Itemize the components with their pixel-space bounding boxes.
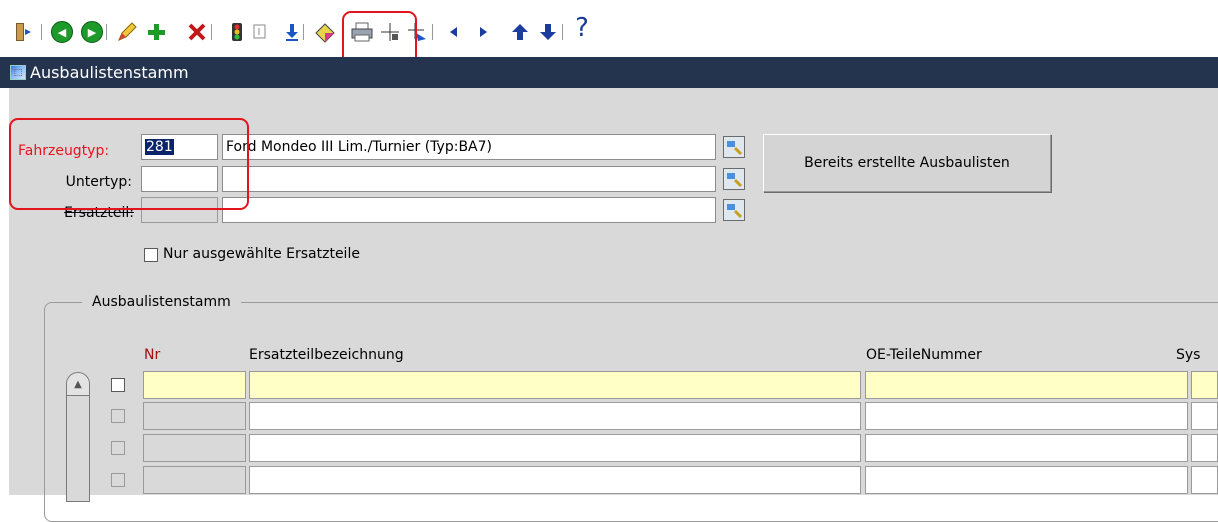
group-title: Ausbaulistenstamm — [82, 294, 241, 310]
ersatzteil-lov-icon[interactable] — [723, 199, 745, 221]
bereits-erstellte-ausbaulisten-button[interactable]: Bereits erstellte Ausbaulisten — [763, 134, 1051, 192]
row-select-checkbox[interactable] — [111, 441, 125, 455]
cell-nr[interactable] — [143, 434, 246, 462]
cell-nr[interactable] — [143, 371, 246, 399]
untertyp-lov-icon[interactable] — [723, 168, 745, 190]
fahrzeugtyp-description-field[interactable]: Ford Mondeo III Lim./Turnier (Typ:BA7) — [222, 134, 716, 160]
traffic-light-icon[interactable] — [225, 20, 249, 44]
help-question-icon[interactable]: ? — [570, 15, 594, 41]
prev-green-circle-icon[interactable]: ◀ — [50, 20, 74, 44]
record-box-icon[interactable] — [248, 20, 272, 44]
form-app-icon: ⬚ — [10, 65, 26, 80]
cell-bezeichnung[interactable] — [249, 371, 861, 399]
crosshair-icon[interactable] — [378, 20, 402, 44]
arrow-down-save-icon[interactable] — [280, 20, 304, 44]
cell-nr[interactable] — [143, 466, 246, 494]
arrow-down-icon[interactable] — [536, 20, 560, 44]
cell-sys[interactable] — [1191, 402, 1218, 430]
cell-bezeichnung[interactable] — [249, 434, 861, 462]
column-header-oe-teilenummer: OE-TeileNummer — [866, 347, 982, 363]
cell-oe-teilenummer[interactable] — [865, 402, 1188, 430]
cell-nr[interactable] — [143, 402, 246, 430]
nur-ausgewaehlte-label: Nur ausgewählte Ersatzteile — [163, 246, 360, 262]
cell-bezeichnung[interactable] — [249, 402, 861, 430]
triangle-right-icon[interactable] — [471, 20, 495, 44]
column-header-ersatzteilbezeichnung: Ersatzteilbezeichnung — [249, 347, 404, 363]
row-select-checkbox[interactable] — [111, 473, 125, 487]
scroll-up-arrow-icon[interactable]: ▲ — [67, 373, 89, 396]
untertyp-code-field[interactable] — [141, 166, 218, 192]
nur-ausgewaehlte-checkbox[interactable] — [144, 248, 158, 262]
fahrzeugtyp-label: Fahrzeugtyp: — [18, 143, 110, 159]
ersatzteil-label: Ersatzteil: — [64, 205, 134, 221]
eraser-icon[interactable] — [313, 20, 337, 44]
untertyp-description-field[interactable] — [222, 166, 716, 192]
window-title: Ausbaulistenstamm — [30, 63, 189, 82]
green-plus-icon[interactable] — [144, 20, 168, 44]
window-titlebar: ⬚ Ausbaulistenstamm — [0, 57, 1218, 88]
cell-oe-teilenummer[interactable] — [865, 434, 1188, 462]
exit-door-icon[interactable] — [12, 20, 36, 44]
column-header-nr: Nr — [144, 347, 161, 363]
arrow-up-icon[interactable] — [508, 20, 532, 44]
ersatzteil-code-field[interactable] — [141, 197, 218, 223]
crosshair-arrow-icon[interactable] — [405, 20, 429, 44]
cell-oe-teilenummer[interactable] — [865, 466, 1188, 494]
ersatzteil-description-field[interactable] — [222, 197, 716, 223]
row-select-checkbox[interactable] — [111, 378, 125, 392]
toolbar: ◀ ▶ ? — [0, 0, 1218, 82]
cell-sys[interactable] — [1191, 434, 1218, 462]
printer-icon[interactable] — [350, 20, 374, 44]
triangle-left-icon[interactable] — [442, 20, 466, 44]
red-x-delete-icon[interactable] — [185, 20, 209, 44]
fahrzeugtyp-code-field[interactable]: 281 — [141, 134, 218, 160]
fahrzeugtyp-code-value: 281 — [145, 139, 174, 155]
cell-sys[interactable] — [1191, 466, 1218, 494]
column-header-sys: Sys — [1176, 347, 1201, 363]
cell-sys[interactable] — [1191, 371, 1218, 399]
fahrzeugtyp-lov-icon[interactable] — [723, 136, 745, 158]
pencil-edit-icon[interactable] — [115, 20, 139, 44]
untertyp-label: Untertyp: — [65, 174, 132, 190]
cell-bezeichnung[interactable] — [249, 466, 861, 494]
cell-oe-teilenummer[interactable] — [865, 371, 1188, 399]
row-select-checkbox[interactable] — [111, 409, 125, 423]
next-green-circle-icon[interactable]: ▶ — [80, 20, 104, 44]
